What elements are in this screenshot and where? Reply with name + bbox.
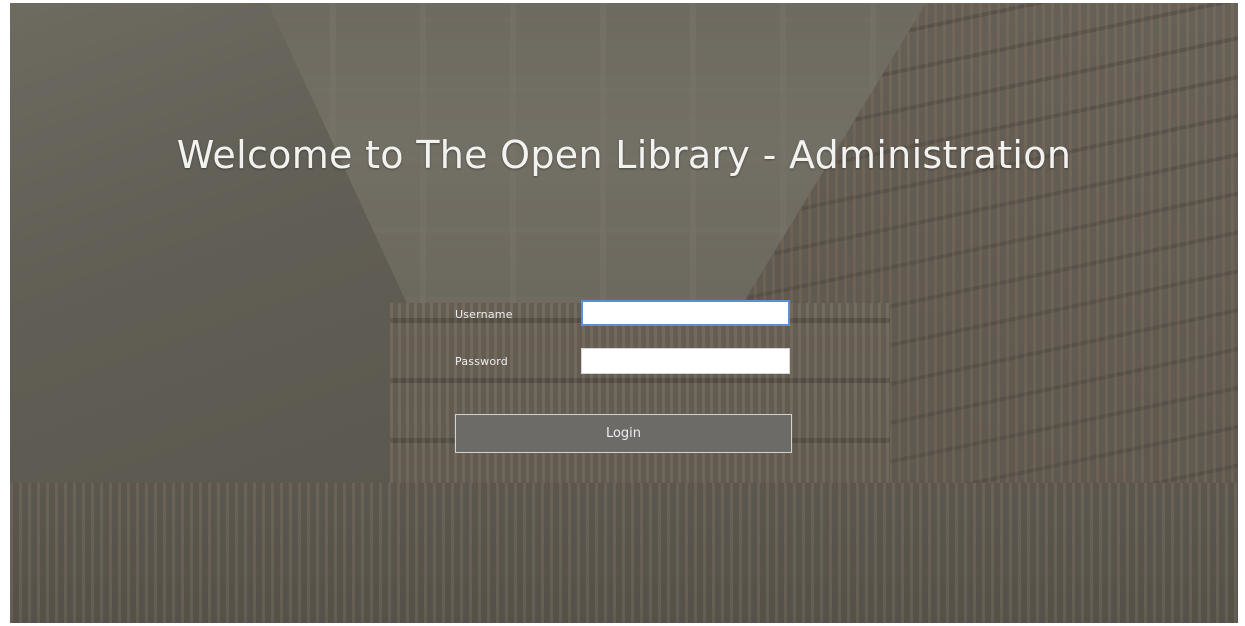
login-page: Welcome to The Open Library - Administra… [10,3,1238,623]
password-input[interactable] [581,348,790,374]
username-label: Username [455,308,513,321]
username-input[interactable] [581,300,790,326]
password-label: Password [455,355,508,368]
login-button[interactable]: Login [455,414,792,453]
page-title: Welcome to The Open Library - Administra… [176,133,1072,177]
